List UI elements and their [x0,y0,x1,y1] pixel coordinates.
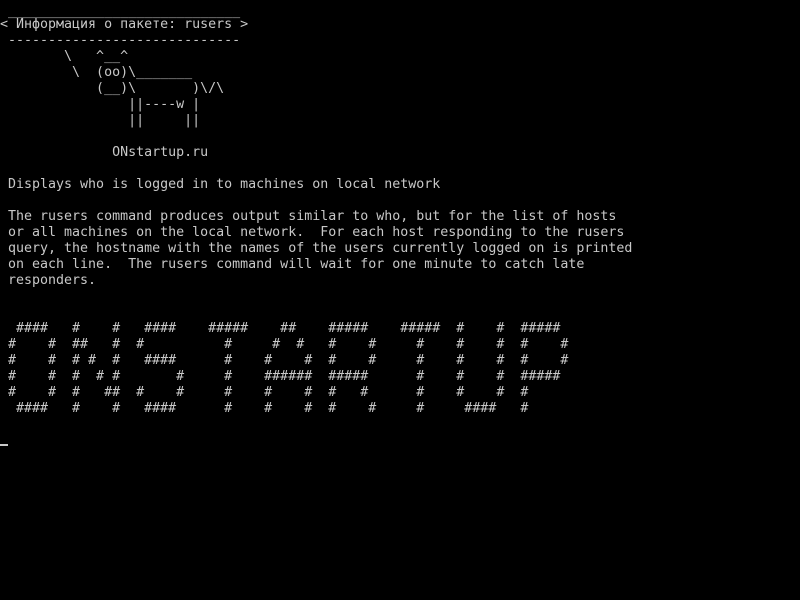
site-name: ONstartup.ru [8,145,209,160]
text-cursor [0,444,8,446]
banner-line: #### # # #### # # # # # # #### # [8,401,529,416]
description-line: on each line. The rusers command will wa… [8,257,585,272]
cowsay-border-bottom: ----------------------------- [0,33,241,48]
cow-art-line-3: (__)\ )\/\ [8,81,225,96]
banner-line: # # ## # # # # # # # # # # # # [8,337,569,352]
cow-art-line-1: \ ^__^ [8,49,129,64]
description-line: or all machines on the local network. Fo… [8,225,625,240]
banner-line: # # # ## # # # # # # # # # # # [8,385,529,400]
cow-art-line-5: || || [8,113,201,128]
description-line: The rusers command produces output simil… [8,209,617,224]
banner-line: # # # # # #### # # # # # # # # # # [8,353,569,368]
command-summary: Displays who is logged in to machines on… [8,177,441,192]
banner-line: #### # # #### ##### ## ##### ##### # # #… [8,321,561,336]
terminal-screen[interactable]: _____________________________ < Информац… [0,0,800,600]
description-line: responders. [8,273,97,288]
banner-line: # # # # # # # ###### ##### # # # ##### [8,369,561,384]
cow-art-line-4: ||----w | [8,97,201,112]
cow-art-line-2: \ (oo)\_______ [8,65,193,80]
cowsay-speech-title: < Информация о пакете: rusers > [0,17,249,32]
description-line: query, the hostname with the names of th… [8,241,633,256]
